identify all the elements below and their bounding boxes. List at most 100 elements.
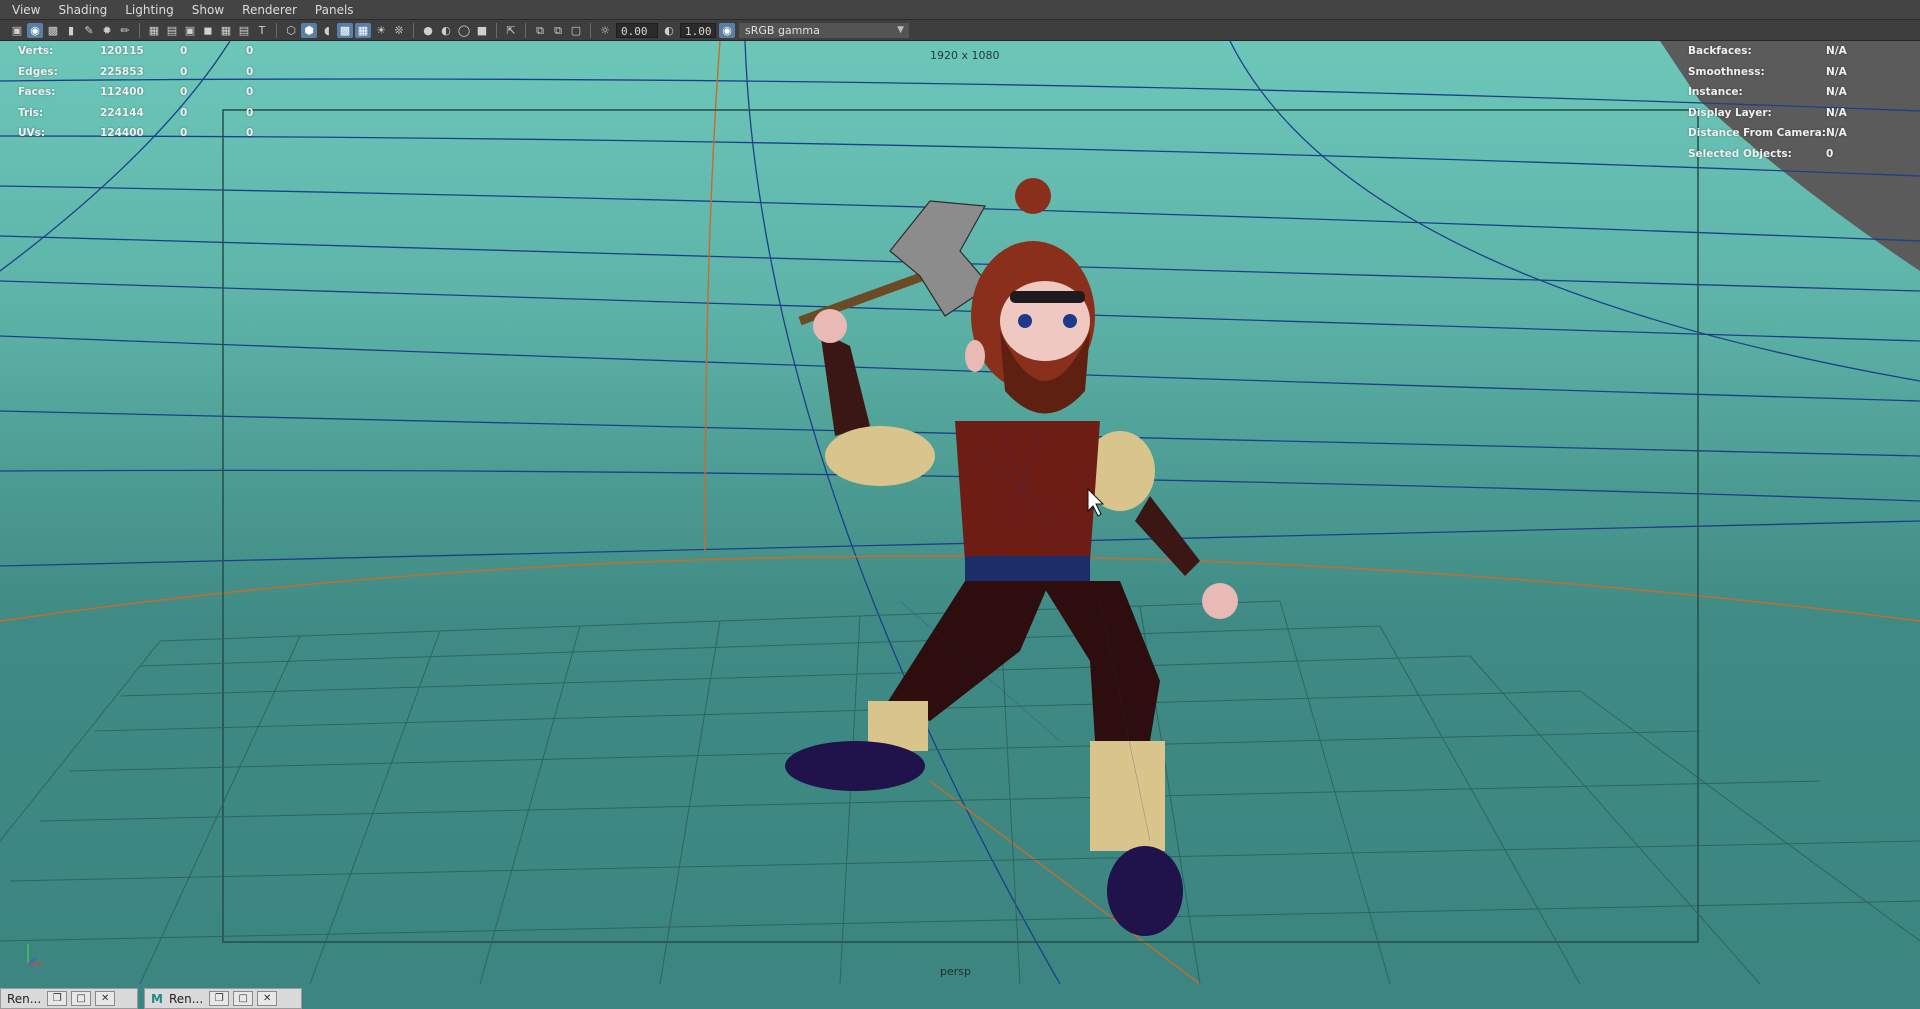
maximize-icon[interactable]: □ (233, 991, 254, 1006)
resolution-label: 1920 x 1080 (930, 49, 1000, 62)
camera-name-label: persp (940, 965, 971, 978)
exposure-input[interactable]: 0.00 (616, 22, 658, 38)
hud-label: Backfaces: (1688, 45, 1752, 57)
hud-value: 124400 (100, 127, 144, 139)
z-axis-line (27, 957, 37, 965)
hud-value: 224144 (100, 106, 144, 119)
hud-row-selected-objects: Selected Objects: 0 (1688, 144, 1847, 165)
color-management-icon[interactable]: ◉ (719, 22, 735, 38)
menu-lighting[interactable]: Lighting (116, 0, 183, 20)
smooth-shade-icon[interactable]: ⬢ (301, 22, 317, 38)
select-camera-icon[interactable]: ◉ (27, 22, 43, 38)
camera-icon[interactable]: ▣ (9, 23, 25, 38)
xray-icon[interactable]: ▦ (355, 22, 371, 38)
motion-blur-icon[interactable]: ◐ (438, 23, 454, 38)
menu-renderer[interactable]: Renderer (233, 0, 306, 20)
hud-value: 0 (180, 106, 188, 119)
toolbar-separator (590, 22, 591, 38)
hud-label: Faces: (18, 86, 56, 98)
hud-row-verts: Verts: 120115 0 0 (18, 41, 276, 62)
hud-value: 0 (246, 65, 254, 78)
panel-toolbar: ▣ ◉ ▩ ▮ ✎ ✹ ✏ ▦ ▤ ▣ ◼ ▦ ▤ T ⬡ ⬢ ◖ ▩ ▦ ☀ … (0, 20, 1920, 41)
minimized-window-render-1[interactable]: Ren... ❐ □ ✕ (0, 988, 138, 1009)
hud-label: Verts: (18, 45, 54, 57)
shadows-icon[interactable]: ❊ (391, 23, 407, 38)
xray-joints-icon[interactable]: ⧉ (532, 23, 548, 38)
hud-label: Smoothness: (1688, 65, 1765, 78)
hud-label: UVs: (18, 127, 46, 139)
xray-active-icon[interactable]: ⧉ (550, 23, 566, 38)
hud-value: 0 (246, 86, 254, 98)
hud-value: 0 (1826, 147, 1834, 160)
hud-value: 225853 (100, 65, 144, 78)
hud-row-instance: Instance: N/A (1688, 82, 1847, 103)
close-icon[interactable]: ✕ (95, 991, 116, 1006)
field-chart-icon[interactable]: ▦ (218, 23, 234, 38)
gate-mask-icon[interactable]: ◼ (200, 23, 216, 38)
minimized-windows-bar: Ren... ❐ □ ✕ M Ren... ❐ □ ✕ (0, 984, 1920, 1009)
wireframe-on-shaded-icon[interactable]: ▩ (337, 22, 353, 38)
toolbar-separator (525, 22, 526, 38)
menu-view[interactable]: View (0, 0, 49, 20)
right-leg (1040, 581, 1160, 741)
multisample-aa-icon[interactable]: ◯ (456, 23, 472, 38)
hat-knot (1015, 178, 1051, 214)
use-lights-icon[interactable]: ☀ (373, 23, 389, 38)
depth-of-field-icon[interactable]: ■ (474, 23, 490, 38)
right-hand (1202, 583, 1238, 619)
hud-value: N/A (1826, 45, 1847, 57)
safe-title-icon[interactable]: T (254, 23, 270, 38)
bookmark-icon[interactable]: ▮ (63, 23, 79, 38)
raised-hand (813, 309, 847, 343)
window-title: Ren... (168, 991, 204, 1006)
backface-cull-icon[interactable]: ▢ (568, 23, 584, 38)
viewport-scene (0, 41, 1920, 984)
maximize-icon[interactable]: □ (71, 991, 92, 1006)
resolution-gate-icon[interactable]: ▣ (182, 23, 198, 38)
color-space-value: sRGB gamma (745, 23, 820, 37)
hud-label: Distance From Camera: (1688, 127, 1826, 139)
ear (965, 340, 985, 372)
hud-value: N/A (1826, 65, 1847, 78)
grease-pencil-icon[interactable]: ✎ (81, 23, 97, 38)
close-icon[interactable]: ✕ (257, 991, 278, 1006)
grid-icon[interactable]: ▦ (146, 23, 162, 38)
restore-icon[interactable]: ❐ (47, 991, 68, 1006)
wireframe-icon[interactable]: ⬡ (283, 23, 299, 38)
left-boot (785, 741, 925, 791)
hud-value: 0 (180, 86, 188, 98)
hud-label: Display Layer: (1688, 106, 1772, 119)
hud-value: 0 (180, 45, 188, 57)
right-forearm (1135, 496, 1200, 576)
hud-value: 112400 (100, 86, 144, 98)
camera-attributes-icon[interactable]: ▩ (45, 23, 61, 38)
exposure-icon[interactable]: ☼ (597, 23, 613, 38)
safe-action-icon[interactable]: ▤ (236, 23, 252, 38)
axis-lines (0, 41, 1920, 984)
hud-label: Selected Objects: (1688, 147, 1792, 160)
color-space-select[interactable]: sRGB gamma ▼ (739, 22, 909, 38)
right-sock (1090, 741, 1165, 851)
hud-label: Instance: (1688, 86, 1743, 98)
menu-panels[interactable]: Panels (306, 0, 363, 20)
pencil-icon[interactable]: ✏ (117, 23, 133, 38)
hud-row-edges: Edges: 225853 0 0 (18, 62, 276, 83)
film-gate-icon[interactable]: ▤ (164, 23, 180, 38)
poly-count-hud: Verts: 120115 0 0 Edges: 225853 0 0 Faces: 1124… (18, 41, 276, 144)
restore-icon[interactable]: ❐ (209, 991, 230, 1006)
image-plane-icon[interactable]: ✹ (99, 23, 115, 38)
minimized-window-render-2[interactable]: M Ren... ❐ □ ✕ (144, 988, 302, 1009)
menu-shading[interactable]: Shading (49, 0, 116, 20)
chevron-down-icon: ▼ (897, 24, 904, 35)
3d-viewport[interactable]: 1920 x 1080 Verts: 120115 0 0 Edges: 225853 0… (0, 41, 1920, 984)
hud-value: 120115 (100, 45, 144, 57)
hud-value: 0 (246, 45, 254, 57)
gamma-input[interactable]: 1.00 (680, 22, 716, 38)
isolate-select-icon[interactable]: ⇱ (503, 23, 519, 38)
screen-space-ao-icon[interactable]: ● (420, 23, 436, 38)
menu-show[interactable]: Show (183, 0, 233, 20)
default-material-icon[interactable]: ◖ (319, 23, 335, 38)
gamma-icon[interactable]: ◐ (661, 23, 677, 38)
hud-row-display-layer: Display Layer: N/A (1688, 103, 1847, 124)
hud-value: N/A (1826, 106, 1847, 119)
